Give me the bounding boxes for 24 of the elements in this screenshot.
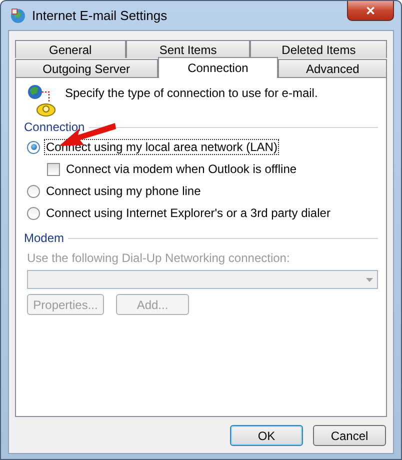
window-title: Internet E-mail Settings xyxy=(32,8,168,23)
tab[interactable]: Sent Items xyxy=(126,40,250,58)
intro-text: Specify the type of connection to use for e-mail. xyxy=(65,86,318,100)
radio-button[interactable] xyxy=(27,140,40,154)
globe-phone-icon xyxy=(27,84,57,118)
close-button[interactable]: ✕ xyxy=(347,1,394,21)
tab[interactable]: Connection xyxy=(158,57,278,78)
tab[interactable]: Outgoing Server xyxy=(15,59,158,77)
tab[interactable]: Advanced xyxy=(278,59,387,77)
group-heading: Connection xyxy=(24,120,85,134)
tab[interactable]: General xyxy=(15,40,126,58)
radio-button[interactable] xyxy=(27,184,40,198)
option-label: Connect using my phone line xyxy=(45,183,202,199)
option-label: Connect using Internet Explorer's or a 3rd party dialer xyxy=(45,205,332,221)
app-icon xyxy=(10,8,26,24)
dialog-button[interactable]: Cancel xyxy=(313,425,386,446)
group-heading: Modem xyxy=(24,231,64,245)
field-label: Use the following Dial-Up Networking connection: xyxy=(27,251,291,265)
option-label: Connect via modem when Outlook is offline xyxy=(65,161,298,177)
radio-button[interactable] xyxy=(27,206,40,220)
tab[interactable]: Deleted Items xyxy=(250,40,387,58)
checkbox[interactable] xyxy=(47,162,60,176)
dialog-button[interactable]: OK xyxy=(230,425,303,446)
dropdown-arrow-icon xyxy=(366,278,373,282)
